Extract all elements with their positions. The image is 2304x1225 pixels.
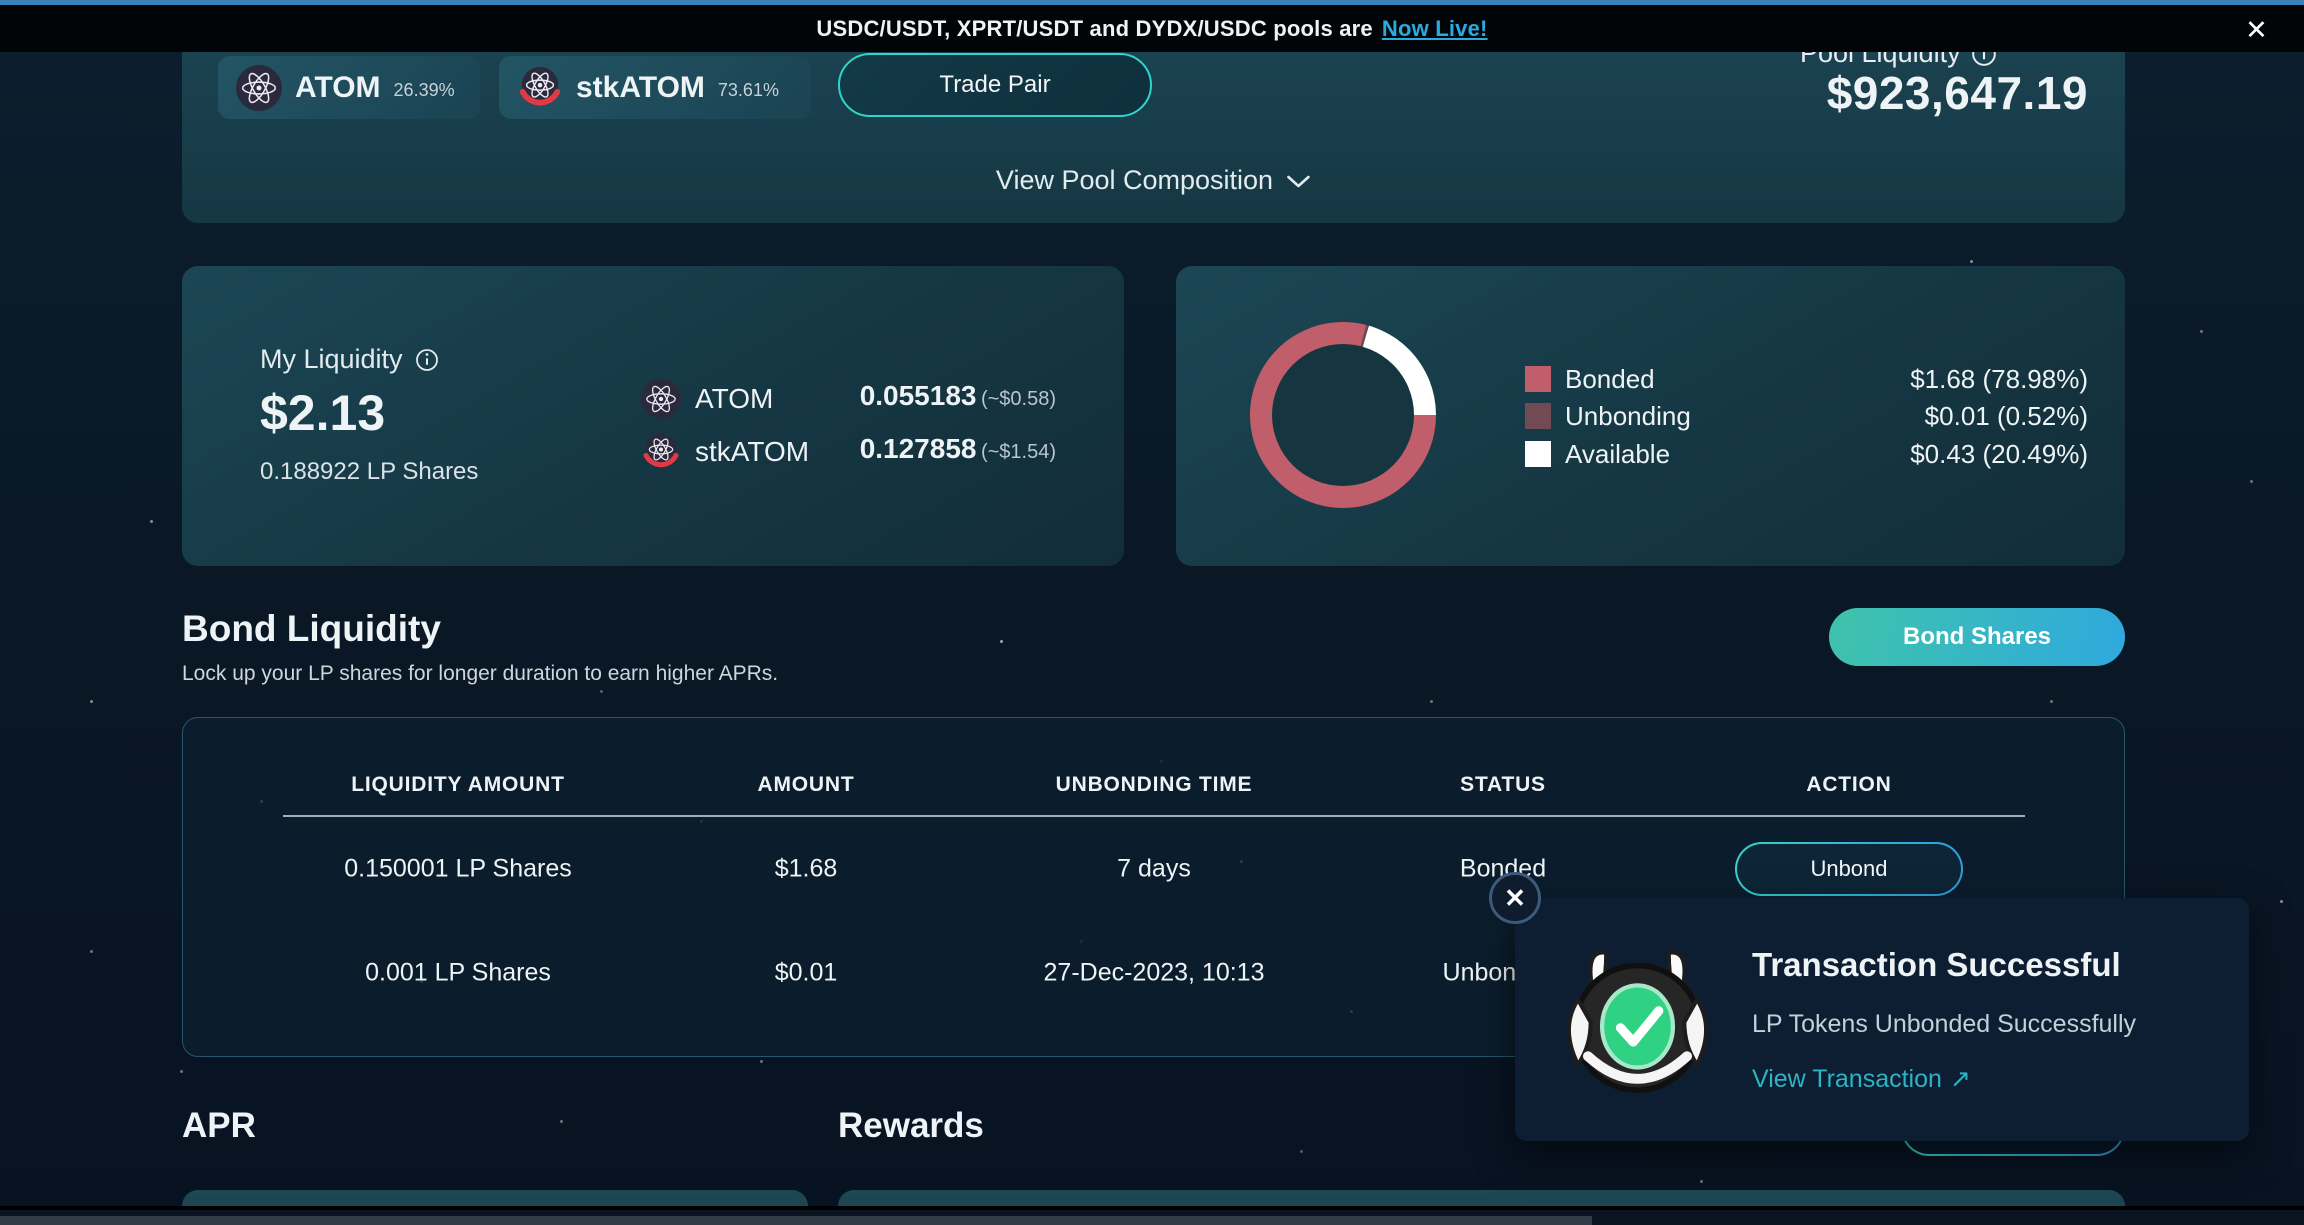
rewards-section-title: Rewards (838, 1106, 984, 1146)
asset-amount-stkatom: 0.127858 (~$1.54) (860, 433, 1056, 465)
apr-section-title: APR (182, 1106, 256, 1146)
external-link-icon: ↗ (1950, 1064, 1971, 1094)
row1-unbond-button[interactable]: Unbond (1735, 842, 1963, 896)
bond-liquidity-subtitle: Lock up your LP shares for longer durati… (182, 662, 778, 686)
banner-close-icon[interactable]: ✕ (2245, 15, 2268, 46)
my-liquidity-value: $2.13 (260, 384, 385, 442)
token-chip-atom: ATOM 26.39% (218, 56, 480, 119)
view-transaction-link[interactable]: View Transaction ↗ (1752, 1064, 1971, 1094)
my-liquidity-card: My Liquidity $2.13 0.188922 LP Shares AT… (182, 266, 1124, 566)
chevron-down-icon (1285, 173, 1311, 189)
stkatom-token-icon (641, 432, 681, 472)
pool-page: USDC/USDT, XPRT/USDT and DYDX/USDC pools… (0, 0, 2304, 1225)
atom-token-icon (236, 65, 282, 111)
row2-amount: $0.01 (775, 959, 838, 988)
info-icon[interactable] (415, 348, 439, 372)
liquidity-donut (1250, 322, 1436, 508)
horizontal-scrollbar-thumb[interactable] (0, 1216, 1592, 1225)
toast-title: Transaction Successful (1752, 946, 2121, 984)
col-header-action: ACTION (1806, 773, 1891, 797)
col-header-unbonding-time: UNBONDING TIME (1056, 773, 1253, 797)
token-share: 26.39% (394, 80, 455, 101)
col-header-status: STATUS (1460, 773, 1546, 797)
asset-token-name: ATOM (695, 383, 773, 415)
banner-message: USDC/USDT, XPRT/USDT and DYDX/USDC pools… (816, 16, 1372, 42)
token-share: 73.61% (718, 80, 779, 101)
asset-amount-atom: 0.055183 (~$0.58) (860, 380, 1056, 412)
bond-liquidity-title: Bond Liquidity (182, 608, 441, 650)
row1-amount: $1.68 (775, 855, 838, 884)
row2-liquidity: 0.001 LP Shares (365, 959, 551, 988)
asset-token-name: stkATOM (695, 436, 809, 468)
announcement-banner: USDC/USDT, XPRT/USDT and DYDX/USDC pools… (0, 0, 2304, 52)
view-pool-composition-toggle[interactable]: View Pool Composition (996, 165, 1311, 196)
row2-unbonding-time: 27-Dec-2023, 10:13 (1044, 959, 1265, 988)
legend-swatch (1525, 366, 1551, 392)
row1-liquidity: 0.150001 LP Shares (344, 855, 572, 884)
table-header-divider (283, 815, 2025, 817)
atom-token-icon (641, 379, 681, 419)
row1-unbonding-time: 7 days (1117, 855, 1191, 884)
my-liquidity-title: My Liquidity (260, 344, 403, 375)
toast-close-icon[interactable]: ✕ (1489, 872, 1541, 924)
liquidity-breakdown-card: Bonded $1.68 (78.98%) Unbonding $0.01 (0… (1176, 266, 2125, 566)
col-header-amount: AMOUNT (758, 773, 855, 797)
legend-row-bonded: Bonded $1.68 (78.98%) (1525, 364, 2088, 394)
token-name: ATOM (295, 71, 381, 105)
robot-success-icon (1540, 940, 1735, 1110)
stkatom-token-icon (517, 65, 563, 111)
now-live-link[interactable]: Now Live! (1382, 16, 1488, 42)
token-chip-stkatom: stkATOM 73.61% (499, 56, 811, 119)
my-liquidity-shares: 0.188922 LP Shares (260, 458, 478, 486)
legend-swatch (1525, 441, 1551, 467)
col-header-liquidity-amount: LIQUIDITY AMOUNT (351, 773, 564, 797)
toast-message: LP Tokens Unbonded Successfully (1752, 1010, 2136, 1039)
token-name: stkATOM (576, 71, 705, 105)
transaction-toast: ✕ Transaction Successful LP Tokens Unbon… (1515, 898, 2249, 1141)
bond-shares-button[interactable]: Bond Shares (1829, 608, 2125, 666)
trade-pair-button[interactable]: Trade Pair (838, 53, 1152, 117)
legend-row-available: Available $0.43 (20.49%) (1525, 439, 2088, 469)
legend-row-unbonding: Unbonding $0.01 (0.52%) (1525, 401, 2088, 431)
pool-liquidity-value: $923,647.19 (1827, 66, 2088, 120)
legend-swatch (1525, 403, 1551, 429)
